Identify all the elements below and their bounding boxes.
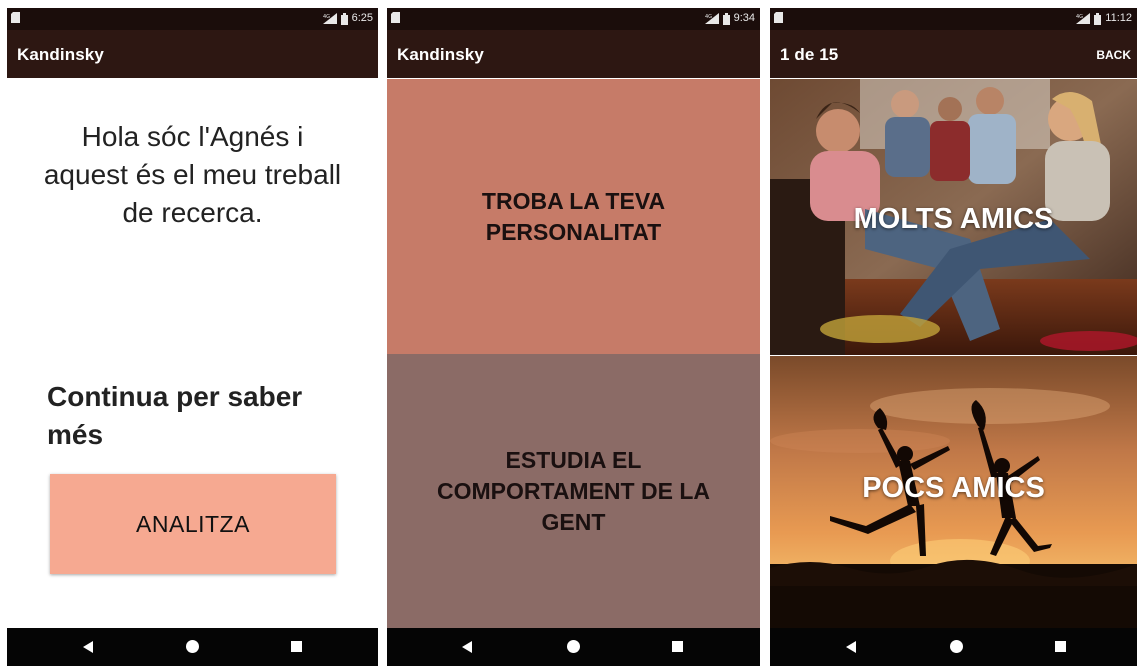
option-label: POCS AMICS (862, 472, 1045, 504)
app-title: Kandinsky (17, 45, 104, 64)
signal-icon: 4G (704, 13, 719, 24)
few-friends-option[interactable]: POCS AMICS (770, 356, 1137, 628)
nav-back-icon[interactable] (462, 641, 472, 653)
nav-recents-icon[interactable] (672, 641, 683, 652)
screen-welcome: 4G 6:25 Kandinsky Hola sóc l'Agnés i aqu… (7, 8, 378, 666)
status-time: 9:34 (733, 12, 755, 24)
nav-back-icon[interactable] (83, 641, 93, 653)
app-toolbar: Kandinsky (7, 30, 378, 78)
app-toolbar: 1 de 15 BACK (770, 30, 1137, 78)
battery-icon (340, 12, 348, 25)
svg-text:4G: 4G (1076, 14, 1083, 20)
nav-bar (770, 628, 1137, 666)
nav-bar (7, 628, 378, 666)
svg-text:4G: 4G (705, 14, 712, 20)
nav-home-icon[interactable] (186, 640, 199, 653)
sd-card-icon (11, 12, 20, 23)
option-label: TROBA LA TEVA PERSONALITAT (481, 187, 666, 245)
signal-icon: 4G (1076, 13, 1091, 24)
battery-icon (722, 12, 730, 25)
option-label: ESTUDIA EL COMPORTAMENT DE LA GENT (436, 446, 710, 535)
sd-card-icon (391, 12, 400, 23)
sd-card-icon (774, 12, 783, 23)
status-bar: 4G 9:34 (387, 8, 760, 30)
signal-icon: 4G (322, 13, 337, 24)
back-button[interactable]: BACK (1096, 30, 1131, 80)
status-bar: 4G 6:25 (7, 8, 378, 30)
status-bar: 4G 11:12 (770, 8, 1137, 30)
question-progress: 1 de 15 (780, 45, 839, 64)
nav-recents-icon[interactable] (1055, 641, 1066, 652)
screen-menu: 4G 9:34 Kandinsky TROBA LA TEVA PERSONAL… (387, 8, 760, 666)
status-time: 6:25 (351, 12, 373, 24)
nav-home-icon[interactable] (567, 640, 580, 653)
svg-text:4G: 4G (323, 14, 330, 20)
nav-home-icon[interactable] (950, 640, 963, 653)
battery-icon (1094, 12, 1102, 25)
option-label: MOLTS AMICS (853, 203, 1054, 235)
nav-bar (387, 628, 760, 666)
study-behaviour-option[interactable]: ESTUDIA EL COMPORTAMENT DE LA GENT (387, 354, 760, 628)
greeting-text: Hola sóc l'Agnés i aquest és el meu treb… (43, 121, 342, 228)
analyze-button[interactable]: ANALITZA (50, 474, 336, 574)
app-toolbar: Kandinsky (387, 30, 760, 78)
continue-heading: Continua per saber més (47, 381, 303, 450)
nav-recents-icon[interactable] (291, 641, 302, 652)
status-time: 11:12 (1105, 12, 1132, 24)
nav-back-icon[interactable] (846, 641, 856, 653)
screen-question: 4G 11:12 1 de 15 BACK MOLTS AMICS POCS A… (770, 8, 1137, 666)
find-personality-option[interactable]: TROBA LA TEVA PERSONALITAT (387, 79, 760, 354)
app-title: Kandinsky (397, 45, 484, 64)
many-friends-option[interactable]: MOLTS AMICS (770, 79, 1137, 355)
